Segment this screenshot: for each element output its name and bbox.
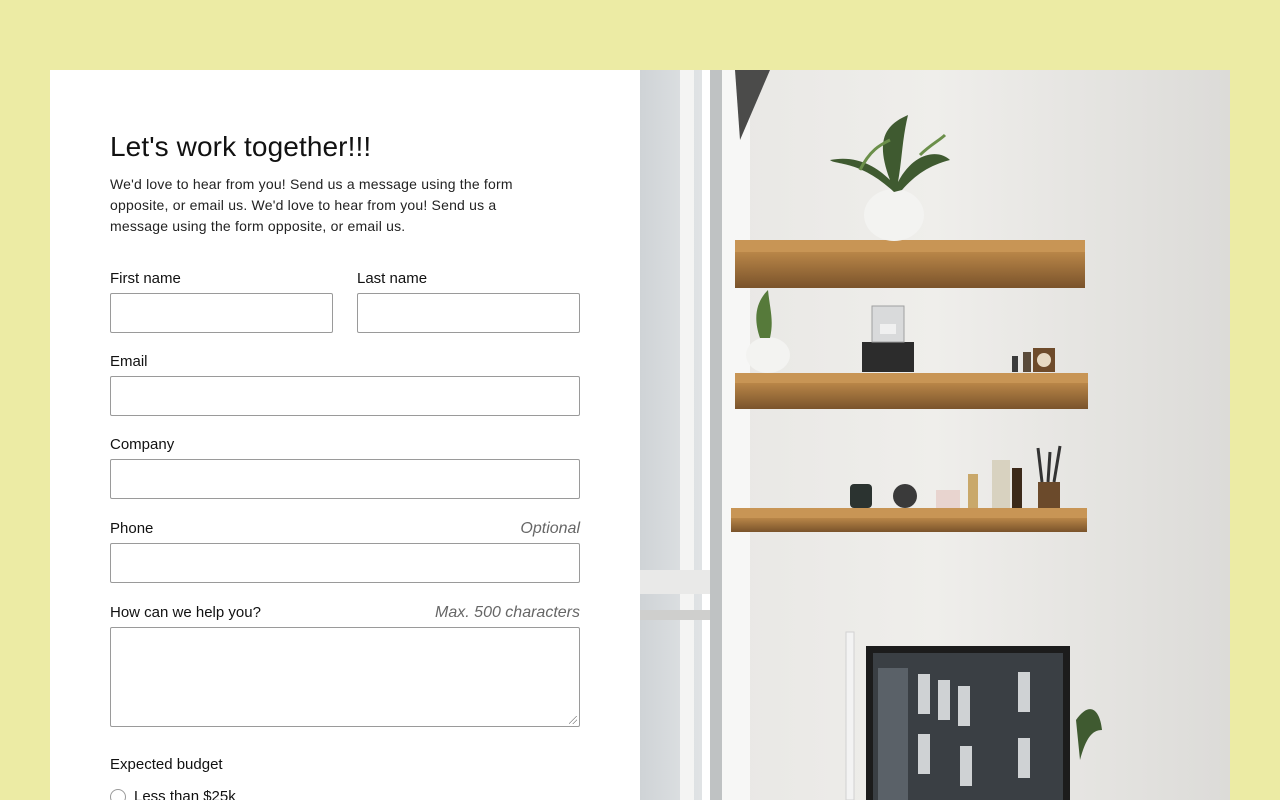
phone-label-row: Phone Optional — [110, 520, 580, 538]
first-name-input[interactable] — [110, 293, 333, 333]
resize-grip-icon[interactable] — [569, 716, 577, 724]
intro-text: We'd love to hear from you! Send us a me… — [110, 176, 513, 234]
last-name-group: Last name — [357, 270, 580, 333]
phone-group: Phone Optional — [110, 520, 580, 583]
phone-input[interactable] — [110, 543, 580, 583]
office-photo-illustration — [640, 70, 1230, 800]
first-name-group: First name — [110, 270, 333, 333]
budget-option-row[interactable]: Less than $25k — [110, 788, 236, 800]
last-name-input[interactable] — [357, 293, 580, 333]
message-max-hint: Max. 500 characters — [435, 604, 580, 621]
email-group: Email — [110, 353, 580, 416]
phone-label: Phone — [110, 520, 154, 537]
company-group: Company — [110, 436, 580, 499]
contact-form: Let's work together!!! We'd love to hear… — [50, 70, 640, 800]
company-input[interactable] — [110, 459, 580, 499]
message-label: How can we help you? — [110, 604, 261, 621]
last-name-label: Last name — [357, 270, 428, 287]
phone-optional-hint: Optional — [520, 520, 580, 537]
first-name-label: First name — [110, 270, 181, 287]
company-label: Company — [110, 436, 175, 453]
budget-label: Expected budget — [110, 756, 223, 773]
email-label: Email — [110, 353, 148, 370]
email-label-row: Email — [110, 353, 580, 371]
office-shelves-photo — [640, 70, 1230, 800]
contact-card: Let's work together!!! We'd love to hear… — [50, 70, 1230, 800]
last-name-label-row: Last name — [357, 270, 580, 288]
message-label-row: How can we help you? Max. 500 characters — [110, 604, 580, 622]
company-label-row: Company — [110, 436, 580, 454]
message-textarea[interactable] — [110, 627, 580, 727]
budget-option-label: Less than $25k — [134, 788, 236, 800]
page-title: Let's work together!!! — [110, 131, 372, 162]
first-name-label-row: First name — [110, 270, 333, 288]
budget-radio[interactable] — [110, 788, 126, 800]
email-input[interactable] — [110, 376, 580, 416]
message-group: How can we help you? Max. 500 characters — [110, 604, 580, 727]
